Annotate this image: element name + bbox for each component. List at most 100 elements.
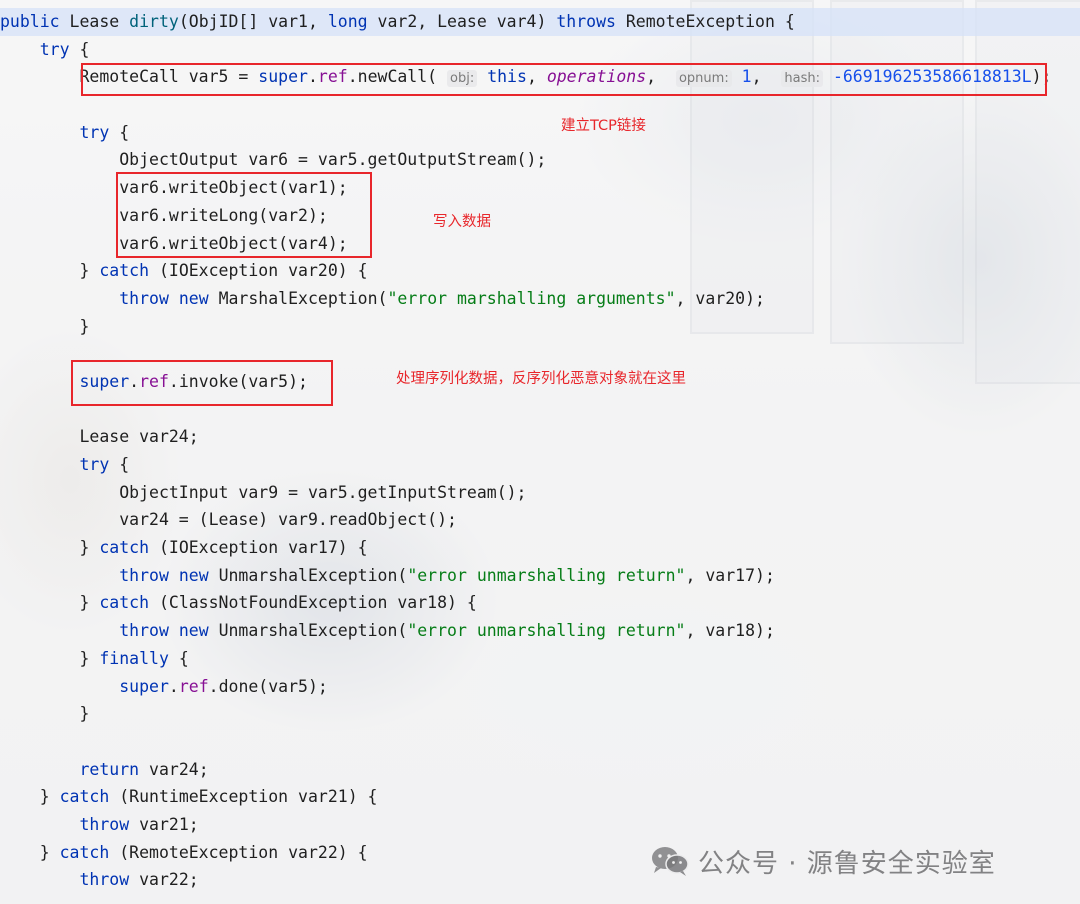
annotation-tcp: 建立TCP链接 — [561, 118, 646, 134]
highlight-box-write — [116, 172, 372, 258]
code-line[interactable]: var24 = (Lease) var9.readObject(); — [0, 506, 1080, 534]
code-line[interactable]: try { — [0, 451, 1080, 479]
code-token: (ObjID[] var1, — [178, 12, 328, 31]
code-token: ObjectOutput var6 = var5.getOutputStream… — [0, 150, 547, 170]
code-token: var22; — [139, 870, 199, 890]
code-token: try — [39, 39, 70, 59]
code-line[interactable]: } finally { — [0, 645, 1080, 673]
code-token: , var17); — [685, 565, 775, 585]
code-token: UnmarshalException( — [218, 621, 408, 641]
code-token: var24; — [149, 759, 209, 779]
code-token: catch — [99, 538, 150, 558]
code-token: Lease — [69, 12, 130, 31]
code-token: , var18); — [685, 621, 775, 641]
code-token: throw — [79, 870, 140, 890]
code-token: UnmarshalException( — [218, 565, 408, 585]
code-line[interactable]: } catch (RuntimeException var21) { — [0, 783, 1080, 811]
code-line[interactable]: throw new MarshalException("error marsha… — [0, 285, 1080, 313]
code-token: catch — [59, 787, 110, 807]
code-line[interactable]: public Lease dirty(ObjID[] var1, long va… — [0, 8, 1080, 36]
code-token: var24 = (Lease) var9.readObject(); — [0, 510, 457, 530]
code-token: ObjectInput var9 = var5.getInputStream()… — [0, 482, 527, 502]
code-token: super — [119, 676, 169, 696]
code-token: dirty — [129, 12, 179, 31]
code-token: "error unmarshalling return" — [407, 621, 686, 641]
code-token: (RemoteException var22) { — [109, 842, 368, 862]
code-line[interactable]: ObjectInput var9 = var5.getInputStream()… — [0, 479, 1080, 507]
code-token: (ClassNotFoundException var18) { — [149, 593, 477, 613]
code-token: var21; — [139, 814, 199, 834]
code-line[interactable]: try { — [0, 36, 1080, 64]
code-token: return — [79, 759, 150, 779]
code-token: (IOException var20) { — [149, 261, 368, 281]
code-line[interactable]: return var24; — [0, 756, 1080, 784]
code-token: , var20); — [675, 288, 765, 308]
code-line[interactable] — [0, 728, 1080, 756]
code-token: throw new — [119, 288, 219, 308]
code-token: public — [0, 12, 70, 31]
code-token: } — [0, 261, 100, 281]
code-token: Lease var24; — [0, 427, 199, 447]
code-token: } — [0, 704, 90, 724]
code-token: { — [69, 39, 90, 59]
code-token: MarshalException( — [218, 288, 388, 308]
code-line[interactable]: throw var21; — [0, 811, 1080, 839]
code-token: } — [0, 648, 100, 668]
code-line[interactable]: } catch (IOException var17) { — [0, 534, 1080, 562]
code-token: var2, Lease var4) — [377, 12, 557, 31]
code-token: } — [0, 842, 60, 862]
code-token: throw new — [119, 621, 219, 641]
code-token: catch — [59, 842, 110, 862]
watermark-text: 公众号 · 源鲁安全实验室 — [698, 848, 996, 879]
code-token: throw — [79, 814, 140, 834]
code-editor[interactable]: public Lease dirty(ObjID[] var1, long va… — [0, 8, 1080, 894]
partial-next-line — [0, 891, 1080, 904]
code-line[interactable]: } catch (ClassNotFoundException var18) { — [0, 589, 1080, 617]
code-token: (IOException var17) { — [149, 538, 368, 558]
code-token: } — [0, 538, 100, 558]
code-line[interactable]: throw new UnmarshalException("error unma… — [0, 562, 1080, 590]
annotation-write: 写入数据 — [433, 214, 491, 230]
code-token: { — [168, 648, 189, 668]
code-token: RemoteException { — [625, 12, 795, 31]
code-line[interactable]: } — [0, 700, 1080, 728]
code-token: . — [168, 676, 179, 696]
code-token: try — [79, 455, 110, 474]
code-token: { — [109, 455, 130, 474]
code-token: { — [109, 122, 130, 142]
code-line[interactable]: super.ref.done(var5); — [0, 673, 1080, 701]
code-token: throws — [556, 12, 626, 31]
code-line[interactable]: try { — [0, 119, 1080, 147]
code-line[interactable]: ObjectOutput var6 = var5.getOutputStream… — [0, 146, 1080, 174]
code-token: finally — [99, 648, 169, 668]
code-token: (RuntimeException var21) { — [109, 787, 378, 807]
annotation-invoke: 处理序列化数据，反序列化恶意对象就在这里 — [396, 371, 686, 387]
highlight-box-newcall — [81, 63, 1047, 96]
code-line[interactable]: throw new UnmarshalException("error unma… — [0, 617, 1080, 645]
code-token: catch — [99, 261, 150, 281]
code-token: long — [327, 12, 378, 31]
highlight-box-invoke — [71, 360, 333, 406]
code-token: .done(var5); — [208, 676, 328, 696]
code-line[interactable]: Lease var24; — [0, 423, 1080, 451]
code-token: throw new — [119, 565, 219, 585]
code-token: try — [79, 122, 110, 142]
watermark: 公众号 · 源鲁安全实验室 — [650, 841, 996, 881]
code-token: "error unmarshalling return" — [407, 565, 686, 585]
code-token: catch — [99, 593, 150, 613]
code-line[interactable]: } — [0, 313, 1080, 341]
code-token: } — [0, 593, 100, 613]
code-token: "error marshalling arguments" — [387, 288, 676, 308]
wechat-icon — [652, 847, 689, 876]
code-line[interactable]: } catch (IOException var20) { — [0, 257, 1080, 285]
